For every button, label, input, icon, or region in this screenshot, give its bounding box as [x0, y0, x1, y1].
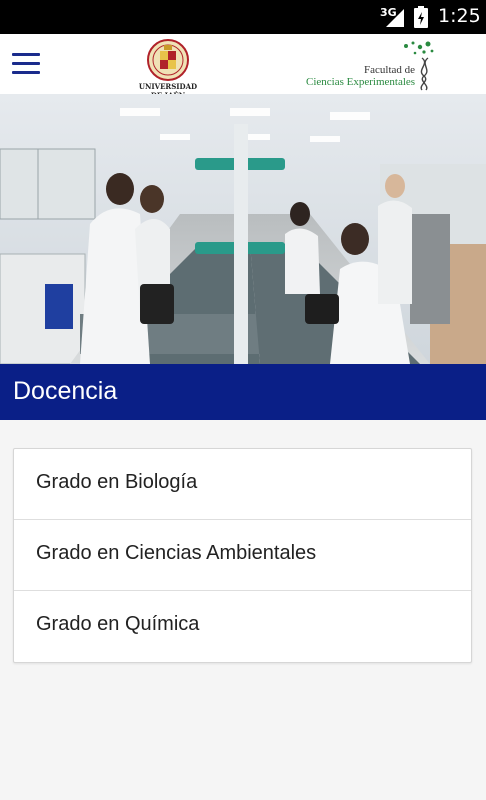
list-item-biologia[interactable]: Grado en Biología — [14, 449, 471, 520]
section-header: Docencia — [0, 364, 486, 420]
university-seal-icon — [147, 39, 189, 81]
app-bar: UNIVERSIDAD DE JAÉN Facultad de Ciencias… — [0, 34, 486, 100]
section-title: Docencia — [13, 377, 118, 405]
clock: 1:25 — [438, 5, 481, 27]
faculty-logo-line1: Facultad de — [364, 64, 416, 76]
hero-lab-image — [0, 94, 486, 364]
list-item-label: Grado en Química — [36, 613, 200, 635]
degree-list: Grado en Biología Grado en Ciencias Ambi… — [13, 448, 472, 663]
battery-icon — [414, 6, 428, 28]
status-bar: 3G 1:25 — [0, 0, 486, 34]
faculty-logo: Facultad de Ciencias Experimentales — [302, 38, 438, 92]
list-item-label: Grado en Biología — [36, 471, 198, 493]
hamburger-menu-icon[interactable] — [12, 53, 40, 75]
signal-icon — [386, 9, 404, 27]
laboratory-photo — [0, 94, 486, 364]
list-item-label: Grado en Ciencias Ambientales — [36, 542, 317, 564]
faculty-logo-line2: Ciencias Experimentales — [306, 76, 416, 88]
university-logo: UNIVERSIDAD DE JAÉN — [132, 38, 204, 100]
list-item-ciencias-ambientales[interactable]: Grado en Ciencias Ambientales — [14, 520, 471, 591]
list-item-quimica[interactable]: Grado en Química — [14, 591, 471, 662]
